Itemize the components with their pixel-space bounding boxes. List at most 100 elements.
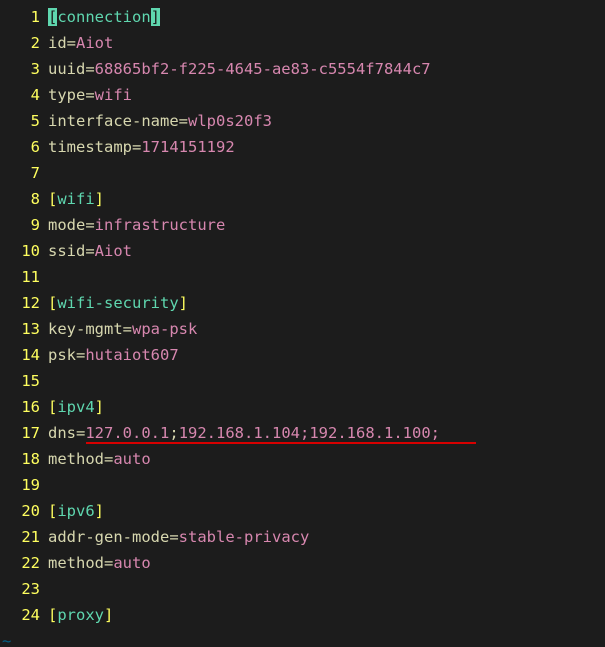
line-content[interactable]: [wifi]	[48, 186, 104, 212]
token: stable-privacy	[179, 528, 310, 546]
line-number: 20	[0, 498, 48, 524]
code-line[interactable]: 13key-mgmt=wpa-psk	[0, 316, 605, 342]
token: auto	[113, 554, 150, 572]
code-line[interactable]: 9mode=infrastructure	[0, 212, 605, 238]
line-number: 6	[0, 134, 48, 160]
line-number: 5	[0, 108, 48, 134]
code-line[interactable]: 5interface-name=wlp0s20f3	[0, 108, 605, 134]
line-number: 24	[0, 602, 48, 628]
token: ipv4	[57, 398, 94, 416]
line-content[interactable]: ssid=Aiot	[48, 238, 132, 264]
token: ]	[179, 294, 188, 312]
code-line[interactable]: 19	[0, 472, 605, 498]
token: proxy	[57, 606, 104, 624]
line-content[interactable]: method=auto	[48, 446, 151, 472]
line-number: 7	[0, 160, 48, 186]
token: =	[169, 528, 178, 546]
line-content[interactable]: method=auto	[48, 550, 151, 576]
code-line[interactable]: 4type=wifi	[0, 82, 605, 108]
token: key-mgmt	[48, 320, 123, 338]
token: ]	[95, 398, 104, 416]
line-number: 18	[0, 446, 48, 472]
line-number: 15	[0, 368, 48, 394]
token: mode	[48, 216, 85, 234]
line-number: 19	[0, 472, 48, 498]
line-content[interactable]: type=wifi	[48, 82, 132, 108]
token: Aiot	[95, 242, 132, 260]
code-line[interactable]: 18method=auto	[0, 446, 605, 472]
token: [	[48, 502, 57, 520]
code-line[interactable]: 1[connection]	[0, 4, 605, 30]
line-content[interactable]: timestamp=1714151192	[48, 134, 235, 160]
token: auto	[113, 450, 150, 468]
code-line[interactable]: 6timestamp=1714151192	[0, 134, 605, 160]
token: =	[85, 216, 94, 234]
code-line[interactable]: 2id=Aiot	[0, 30, 605, 56]
token: Aiot	[76, 34, 113, 52]
token: =	[67, 34, 76, 52]
annotation-underline	[86, 442, 476, 444]
line-number: 10	[0, 238, 48, 264]
token: addr-gen-mode	[48, 528, 169, 546]
token: connection	[57, 8, 150, 26]
line-number: 21	[0, 524, 48, 550]
line-content[interactable]: addr-gen-mode=stable-privacy	[48, 524, 309, 550]
token: ]	[95, 502, 104, 520]
line-content[interactable]: uuid=68865bf2-f225-4645-ae83-c5554f7844c…	[48, 56, 431, 82]
code-line[interactable]: 8[wifi]	[0, 186, 605, 212]
token: 127.0.0.1	[85, 424, 169, 442]
line-content[interactable]: mode=infrastructure	[48, 212, 225, 238]
code-line[interactable]: 3uuid=68865bf2-f225-4645-ae83-c5554f7844…	[0, 56, 605, 82]
code-line[interactable]: 10ssid=Aiot	[0, 238, 605, 264]
line-number: 2	[0, 30, 48, 56]
code-line[interactable]: 11	[0, 264, 605, 290]
line-number: 22	[0, 550, 48, 576]
code-line[interactable]: 7	[0, 160, 605, 186]
line-number: 17	[0, 420, 48, 446]
token: =	[132, 138, 141, 156]
token: =	[76, 346, 85, 364]
token: =	[104, 554, 113, 572]
token: =	[85, 60, 94, 78]
line-content[interactable]: [ipv4]	[48, 394, 104, 420]
token: wifi-security	[57, 294, 178, 312]
line-content[interactable]: [ipv6]	[48, 498, 104, 524]
code-line[interactable]: 20[ipv6]	[0, 498, 605, 524]
code-line[interactable]: 12[wifi-security]	[0, 290, 605, 316]
code-line[interactable]: 24[proxy]	[0, 602, 605, 628]
line-number: 1	[0, 4, 48, 30]
line-number: 9	[0, 212, 48, 238]
line-content[interactable]: [wifi-security]	[48, 290, 188, 316]
code-line[interactable]: 21addr-gen-mode=stable-privacy	[0, 524, 605, 550]
code-line[interactable]: 22method=auto	[0, 550, 605, 576]
line-content[interactable]: key-mgmt=wpa-psk	[48, 316, 197, 342]
code-line[interactable]: 16[ipv4]	[0, 394, 605, 420]
token: =	[123, 320, 132, 338]
token: 1714151192	[141, 138, 234, 156]
line-content[interactable]: [connection]	[48, 4, 160, 30]
token: wlp0s20f3	[188, 112, 272, 130]
token: method	[48, 450, 104, 468]
line-number: 8	[0, 186, 48, 212]
code-editor[interactable]: 1[connection]2id=Aiot3uuid=68865bf2-f225…	[0, 0, 605, 628]
line-number: 4	[0, 82, 48, 108]
line-content[interactable]: id=Aiot	[48, 30, 113, 56]
line-content[interactable]: interface-name=wlp0s20f3	[48, 108, 272, 134]
token: =	[179, 112, 188, 130]
line-content[interactable]: psk=hutaiot607	[48, 342, 179, 368]
line-number: 16	[0, 394, 48, 420]
code-line[interactable]: 23	[0, 576, 605, 602]
token: method	[48, 554, 104, 572]
code-line[interactable]: 17dns=127.0.0.1;192.168.1.104;192.168.1.…	[0, 420, 605, 446]
code-line[interactable]: 15	[0, 368, 605, 394]
line-number: 12	[0, 290, 48, 316]
vim-tilde: ~	[0, 628, 605, 647]
line-number: 3	[0, 56, 48, 82]
token: uuid	[48, 60, 85, 78]
line-content[interactable]: dns=127.0.0.1;192.168.1.104;192.168.1.10…	[48, 420, 440, 446]
line-content[interactable]: [proxy]	[48, 602, 113, 628]
token: =	[104, 450, 113, 468]
code-line[interactable]: 14psk=hutaiot607	[0, 342, 605, 368]
token: ]	[104, 606, 113, 624]
line-number: 23	[0, 576, 48, 602]
